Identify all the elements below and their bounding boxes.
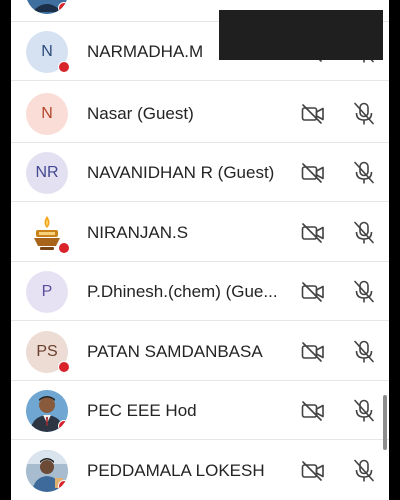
participant-row[interactable]: PS PATAN SAMDANBASA [11,322,389,381]
mic-off-icon[interactable] [351,398,377,424]
participant-name: PATAN SAMDANBASA [87,342,263,361]
mic-off-icon[interactable] [351,220,377,246]
participants-screen: KADHIRAVAN M N NARMADHA.M N Nasar (Guest… [11,0,389,500]
overlay-strip [219,0,383,10]
camera-off-icon[interactable] [300,220,326,246]
participant-name: NIRANJAN.S [87,223,189,242]
camera-off-icon[interactable] [300,279,326,305]
mic-off-icon[interactable] [351,160,377,186]
participant-avatar [26,450,68,492]
participant-avatar [26,390,68,432]
presence-indicator [58,420,68,432]
presence-indicator [58,2,68,14]
participant-row[interactable]: N Nasar (Guest) [11,84,389,143]
camera-off-icon[interactable] [300,339,326,365]
avatar-initials: P [41,283,53,300]
participant-name: KADHIRAVAN M [87,0,214,22]
avatar-initials: NR [35,164,59,181]
participant-name: NARMADHA.M [87,42,204,61]
participant-row[interactable]: NIRANJAN.S [11,203,389,262]
presence-indicator [58,361,70,373]
camera-off-icon[interactable] [300,160,326,186]
mic-off-icon[interactable] [351,458,377,484]
avatar-initials: PS [36,343,58,360]
mic-off-icon[interactable] [351,339,377,365]
participant-name: Nasar (Guest) [87,104,194,123]
avatar-initials: N [41,105,53,122]
participant-row[interactable]: P P.Dhinesh.(chem) (Gue... [11,262,389,321]
participant-avatar: N [26,93,68,135]
participant-avatar [26,212,70,254]
presence-indicator [58,61,70,73]
participant-name: NAVANIDHAN R (Guest) [87,163,275,182]
presence-indicator [58,480,68,492]
presence-indicator [58,242,70,254]
participant-avatar: N [26,31,70,73]
mic-off-icon[interactable] [351,279,377,305]
participant-name: PEDDAMALA LOKESH [87,461,265,480]
participant-row[interactable]: NR NAVANIDHAN R (Guest) [11,143,389,202]
participant-avatar [26,0,68,14]
participant-row[interactable]: PEC EEE Hod [11,381,389,440]
camera-off-icon[interactable] [300,398,326,424]
participant-name: P.Dhinesh.(chem) (Gue... [87,282,278,301]
participant-row[interactable]: PEDDAMALA LOKESH [11,441,389,500]
participant-name: PEC EEE Hod [87,401,197,420]
participant-avatar: PS [26,331,70,373]
participant-avatar: NR [26,152,68,194]
camera-off-icon[interactable] [300,101,326,127]
participant-avatar: P [26,271,68,313]
scrollbar-thumb[interactable] [383,395,387,450]
redaction-overlay [219,0,383,60]
avatar-initials: N [41,43,53,60]
camera-off-icon[interactable] [300,458,326,484]
mic-off-icon[interactable] [351,101,377,127]
